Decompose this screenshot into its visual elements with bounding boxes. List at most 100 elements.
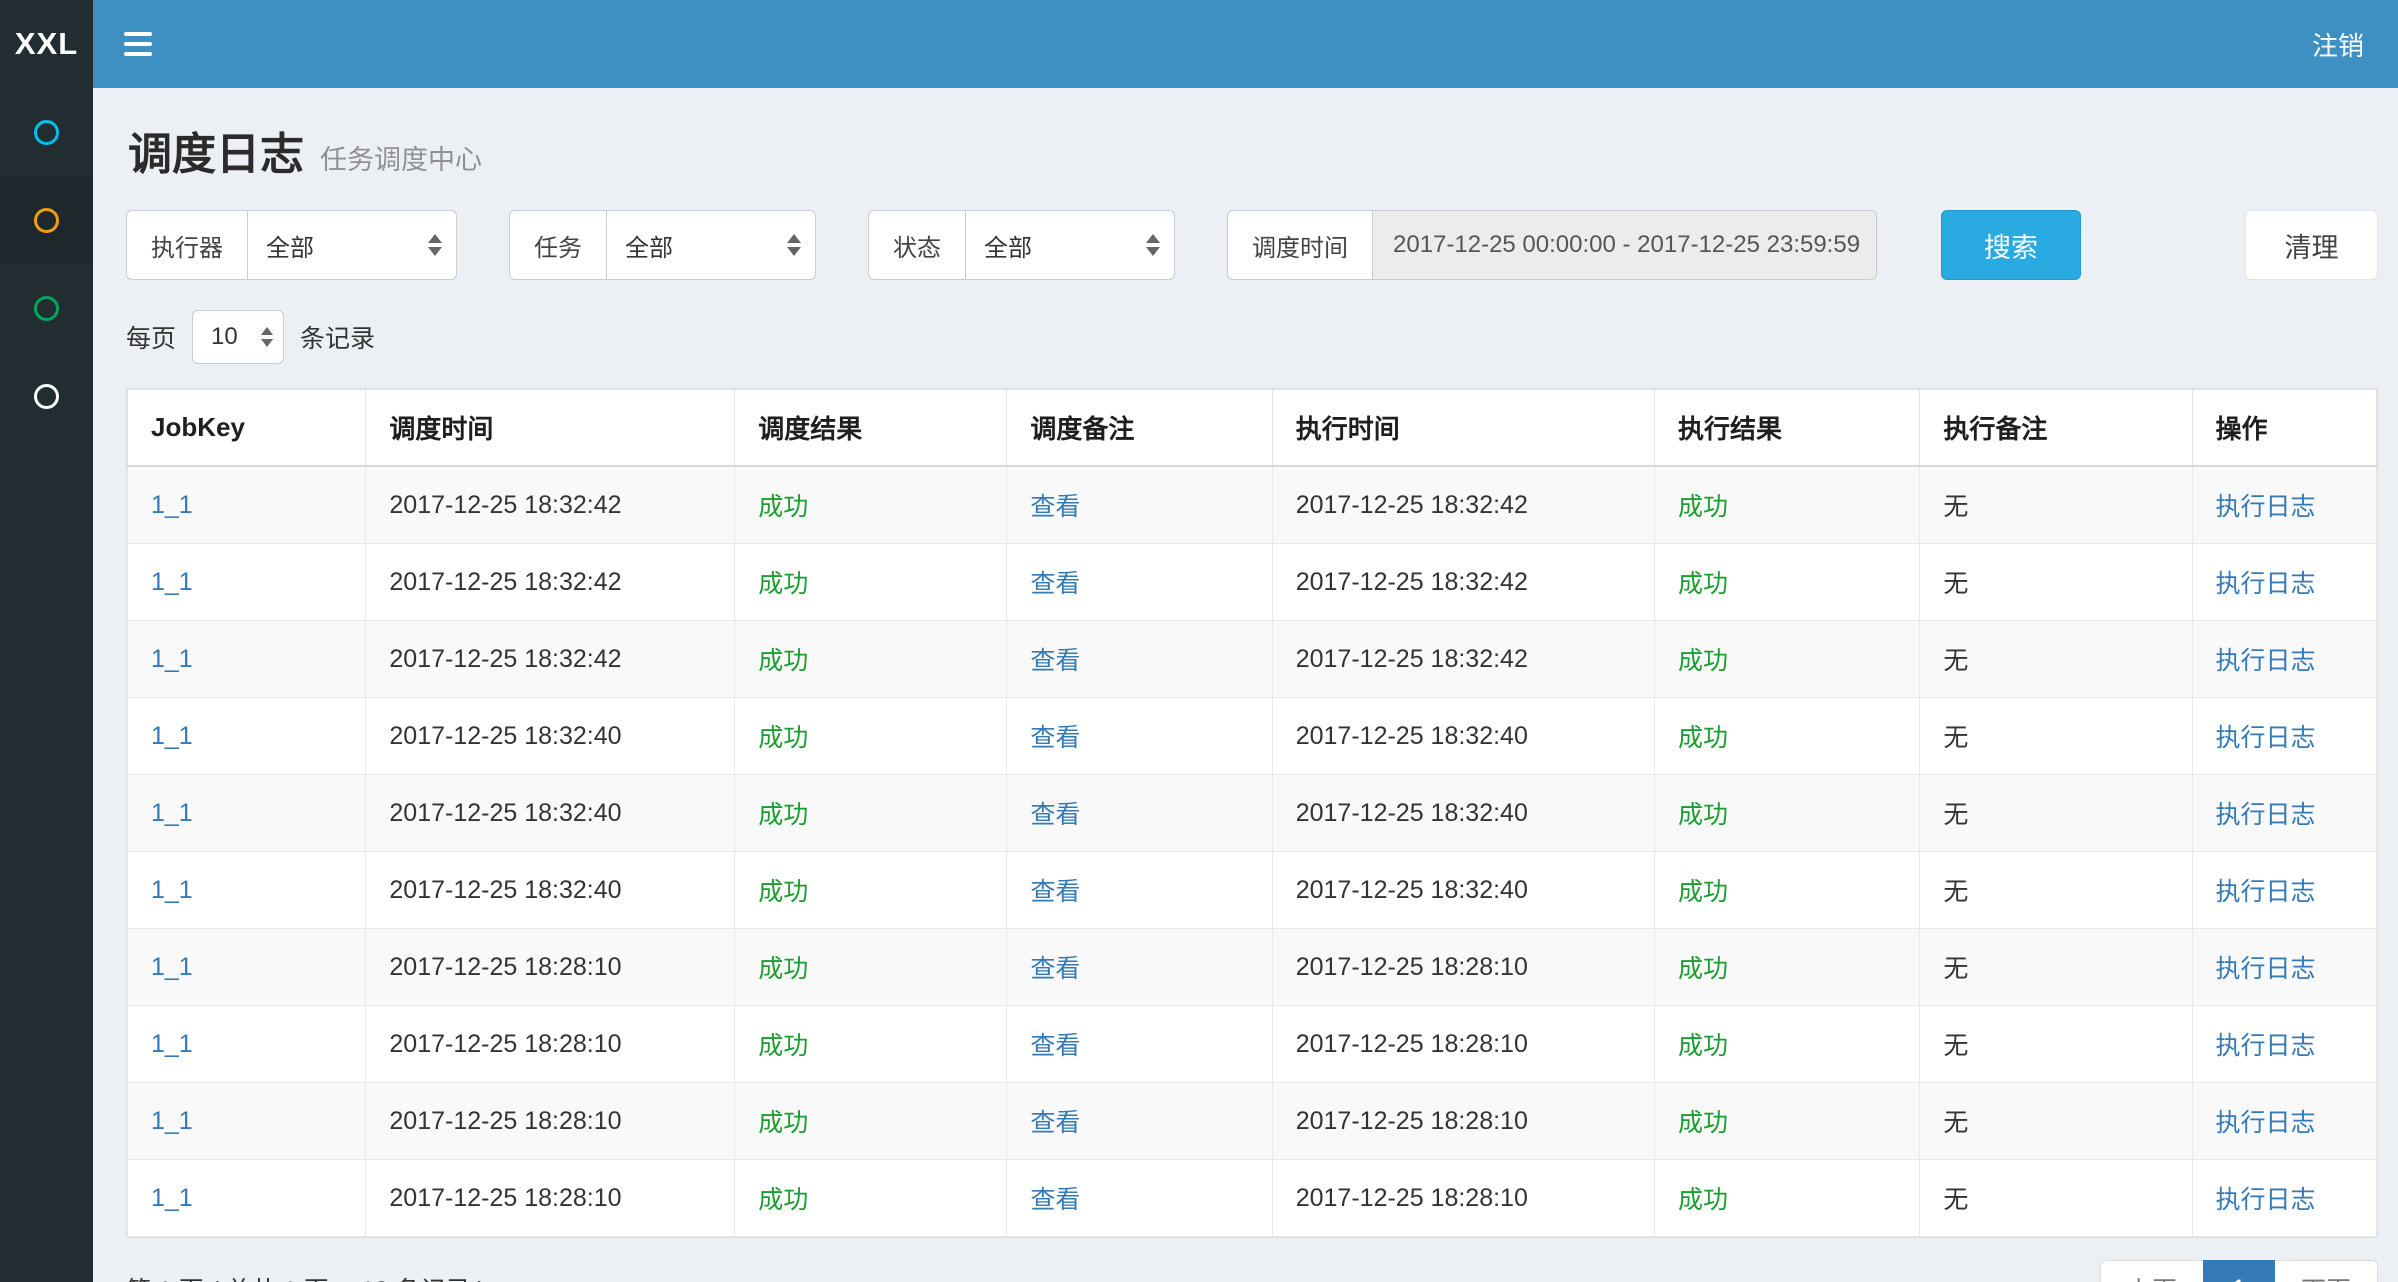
page-length-control: 每页 10 条记录 (126, 310, 2378, 364)
exec-log-link[interactable]: 执行日志 (2216, 801, 2316, 829)
cell-jobkey: 1_1 (128, 775, 366, 852)
jobkey-link[interactable]: 1_1 (151, 722, 193, 750)
cell-trigger-result: 成功 (735, 698, 1007, 775)
handle-time: 2017-12-25 18:28:10 (1296, 1184, 1528, 1212)
cell-handle-result: 成功 (1655, 1083, 1920, 1160)
table-row: 1_12017-12-25 18:32:40成功查看2017-12-25 18:… (128, 698, 2377, 775)
next-page-button[interactable]: 下页 (2274, 1260, 2378, 1282)
handle-result: 成功 (1678, 1032, 1728, 1060)
cell-action: 执行日志 (2192, 621, 2376, 698)
executor-select[interactable]: 全部 (247, 210, 457, 280)
exec-log-link[interactable]: 执行日志 (2216, 647, 2316, 675)
logout-link[interactable]: 注销 (2298, 26, 2378, 63)
circle-outline-icon (34, 208, 59, 233)
cell-jobkey: 1_1 (128, 929, 366, 1006)
cell-handle-time: 2017-12-25 18:32:40 (1272, 852, 1654, 929)
cell-trigger-time: 2017-12-25 18:32:42 (366, 621, 735, 698)
jobkey-link[interactable]: 1_1 (151, 568, 193, 596)
view-link[interactable]: 查看 (1030, 878, 1080, 906)
prev-page-button[interactable]: 上页 (2100, 1260, 2204, 1282)
page-length-select[interactable]: 10 (192, 310, 284, 364)
exec-log-link[interactable]: 执行日志 (2216, 493, 2316, 521)
cell-trigger-time: 2017-12-25 18:32:42 (366, 466, 735, 544)
handle-time: 2017-12-25 18:32:40 (1296, 799, 1528, 827)
trigger-result: 成功 (758, 878, 808, 906)
cell-trigger-time: 2017-12-25 18:28:10 (366, 929, 735, 1006)
cell-trigger-result: 成功 (735, 1006, 1007, 1083)
cell-trigger-result: 成功 (735, 621, 1007, 698)
sidebar-item-menu-3[interactable] (0, 264, 93, 352)
cell-handle-msg: 无 (1920, 698, 2192, 775)
job-select[interactable]: 全部 (606, 210, 816, 280)
trigger-result: 成功 (758, 493, 808, 521)
view-link[interactable]: 查看 (1030, 724, 1080, 752)
view-link[interactable]: 查看 (1030, 570, 1080, 598)
sidebar-item-menu-2[interactable] (0, 176, 93, 264)
page-1-button[interactable]: 1 (2203, 1260, 2275, 1282)
view-link[interactable]: 查看 (1030, 955, 1080, 983)
cell-jobkey: 1_1 (128, 698, 366, 775)
exec-log-link[interactable]: 执行日志 (2216, 1032, 2316, 1060)
view-link[interactable]: 查看 (1030, 1186, 1080, 1214)
view-link[interactable]: 查看 (1030, 1032, 1080, 1060)
cell-handle-result: 成功 (1655, 929, 1920, 1006)
page-header: 调度日志 任务调度中心 (126, 118, 2378, 182)
clear-button[interactable]: 清理 (2245, 210, 2378, 280)
page-title: 调度日志 (128, 118, 304, 182)
trigger-time: 2017-12-25 18:32:42 (389, 491, 621, 519)
cell-jobkey: 1_1 (128, 852, 366, 929)
sidebar-item-menu-4[interactable] (0, 352, 93, 440)
exec-log-link[interactable]: 执行日志 (2216, 1186, 2316, 1214)
cell-trigger-result: 成功 (735, 929, 1007, 1006)
cell-handle-time: 2017-12-25 18:28:10 (1272, 1083, 1654, 1160)
jobkey-link[interactable]: 1_1 (151, 491, 193, 519)
cell-handle-msg: 无 (1920, 852, 2192, 929)
view-link[interactable]: 查看 (1030, 647, 1080, 675)
trigger-result: 成功 (758, 724, 808, 752)
app-logo[interactable]: XXL (0, 0, 93, 88)
handle-msg: 无 (1943, 1109, 1968, 1137)
jobkey-link[interactable]: 1_1 (151, 1107, 193, 1135)
status-select[interactable]: 全部 (965, 210, 1175, 280)
cell-handle-time: 2017-12-25 18:32:40 (1272, 775, 1654, 852)
cell-trigger-msg: 查看 (1007, 544, 1272, 621)
jobkey-link[interactable]: 1_1 (151, 953, 193, 981)
cell-jobkey: 1_1 (128, 1083, 366, 1160)
column-header: 执行结果 (1655, 390, 1920, 467)
handle-result: 成功 (1678, 1109, 1728, 1137)
cell-handle-result: 成功 (1655, 1006, 1920, 1083)
table-row: 1_12017-12-25 18:28:10成功查看2017-12-25 18:… (128, 1006, 2377, 1083)
jobkey-link[interactable]: 1_1 (151, 1184, 193, 1212)
jobkey-link[interactable]: 1_1 (151, 645, 193, 673)
sidebar-toggle-button[interactable] (93, 0, 183, 88)
exec-log-link[interactable]: 执行日志 (2216, 878, 2316, 906)
exec-log-link[interactable]: 执行日志 (2216, 724, 2316, 752)
trigger-result: 成功 (758, 647, 808, 675)
view-link[interactable]: 查看 (1030, 1109, 1080, 1137)
jobkey-link[interactable]: 1_1 (151, 1030, 193, 1058)
cell-trigger-result: 成功 (735, 1083, 1007, 1160)
exec-log-link[interactable]: 执行日志 (2216, 570, 2316, 598)
view-link[interactable]: 查看 (1030, 493, 1080, 521)
pagination-info: 第 1 页 ( 总共 1 页， 10 条记录 ) (126, 1271, 486, 1282)
exec-log-link[interactable]: 执行日志 (2216, 1109, 2316, 1137)
table-row: 1_12017-12-25 18:32:40成功查看2017-12-25 18:… (128, 852, 2377, 929)
sidebar-item-menu-1[interactable] (0, 88, 93, 176)
handle-msg: 无 (1943, 1186, 1968, 1214)
trigger-time-range-input[interactable]: 2017-12-25 00:00:00 - 2017-12-25 23:59:5… (1372, 210, 1877, 280)
cell-handle-time: 2017-12-25 18:32:40 (1272, 698, 1654, 775)
pagination: 上页 1 下页 (2100, 1260, 2378, 1282)
jobkey-link[interactable]: 1_1 (151, 876, 193, 904)
view-link[interactable]: 查看 (1030, 801, 1080, 829)
jobkey-link[interactable]: 1_1 (151, 799, 193, 827)
search-button[interactable]: 搜索 (1941, 210, 2081, 280)
circle-outline-icon (34, 384, 59, 409)
handle-msg: 无 (1943, 1032, 1968, 1060)
trigger-time: 2017-12-25 18:32:40 (389, 799, 621, 827)
trigger-result: 成功 (758, 1109, 808, 1137)
exec-log-link[interactable]: 执行日志 (2216, 955, 2316, 983)
cell-trigger-msg: 查看 (1007, 929, 1272, 1006)
handle-time: 2017-12-25 18:28:10 (1296, 1107, 1528, 1135)
trigger-result: 成功 (758, 1186, 808, 1214)
select-stepper-icon (1146, 234, 1160, 256)
